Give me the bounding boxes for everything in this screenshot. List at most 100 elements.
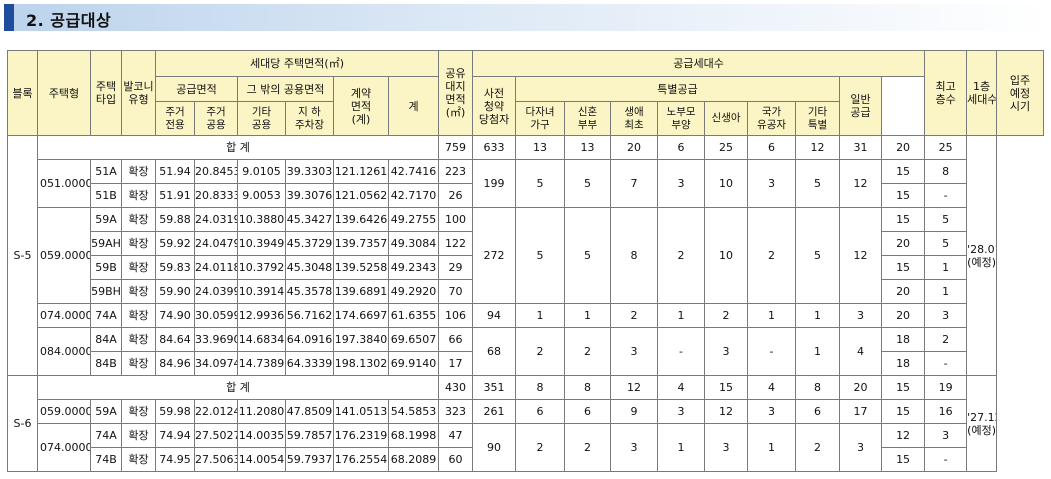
special-supply-count: 10 bbox=[704, 207, 749, 304]
other-common-area: 14.6834 bbox=[237, 327, 286, 352]
max-floor: 15 bbox=[881, 447, 926, 472]
header-area-group: 세대당 주택면적(㎡) bbox=[154, 50, 440, 77]
land-share-area: 61.6355 bbox=[387, 303, 440, 328]
move-in-date: '28.01.(예정) bbox=[966, 135, 998, 376]
other-common-area: 11.2080 bbox=[237, 399, 286, 424]
parking-area: 64.0916 bbox=[285, 327, 334, 352]
first-floor-count: 2 bbox=[924, 327, 968, 352]
special-supply-count: 6 bbox=[795, 399, 841, 424]
header-supply-area: 공급면적 bbox=[155, 76, 238, 102]
special-supply-count: 1 bbox=[795, 327, 841, 376]
subtotal-pre-winner: 633 bbox=[472, 135, 517, 160]
unit-type: 51B bbox=[90, 183, 122, 208]
balcony-type: 확장 bbox=[121, 447, 156, 472]
residential-common-area: 34.0974 bbox=[194, 351, 238, 376]
other-common-area: 14.0035 bbox=[237, 423, 286, 448]
land-share-area: 49.2920 bbox=[387, 279, 440, 304]
subtotal-special-count: 12 bbox=[795, 135, 841, 160]
other-common-area: 12.9936 bbox=[237, 303, 286, 328]
residential-private-area: 74.90 bbox=[155, 303, 195, 328]
header-unit-type: 주택 타입 bbox=[90, 50, 122, 136]
housing-model: 084.0000O bbox=[37, 327, 91, 376]
land-share-area: 49.2343 bbox=[387, 255, 440, 280]
subtotal-special-count: 15 bbox=[704, 375, 749, 400]
special-supply-count: 8 bbox=[610, 207, 659, 304]
special-supply-count: 5 bbox=[564, 207, 612, 304]
balcony-type: 확장 bbox=[121, 399, 156, 424]
unit-type: 84A bbox=[90, 327, 122, 352]
contract-area: 176.2554 bbox=[333, 447, 389, 472]
special-supply-count: 2 bbox=[515, 423, 566, 472]
header-total: 계 bbox=[387, 76, 440, 136]
parking-area: 64.3339 bbox=[285, 351, 334, 376]
land-share-area: 69.9140 bbox=[387, 351, 440, 376]
header-max-floor: 최고 층수 bbox=[924, 50, 968, 136]
parking-area: 39.3076 bbox=[285, 183, 334, 208]
pre-winner-count: 261 bbox=[472, 399, 517, 424]
first-floor-count: 8 bbox=[924, 159, 968, 184]
subtotal-label: 합 계 bbox=[36, 375, 440, 400]
unit-type: 59B bbox=[90, 255, 122, 280]
special-supply-count: 3 bbox=[747, 159, 797, 208]
supply-table: 블록 주택형 주택 타입 발코니 유형 세대당 주택면적(㎡) 공유 대지 면적 (㎡) … bbox=[7, 50, 1044, 472]
special-supply-count: 2 bbox=[795, 423, 841, 472]
header-newborn: 신생아 bbox=[704, 101, 749, 136]
first-floor-count: 16 bbox=[924, 399, 968, 424]
header-first-floor: 1층 세대수 bbox=[966, 50, 998, 136]
subtotal-total: 430 bbox=[438, 375, 474, 400]
contract-area: 139.6426 bbox=[333, 207, 389, 232]
special-supply-count: 2 bbox=[657, 207, 706, 304]
section-title-bar: 2. 공급대상 bbox=[4, 4, 1047, 31]
subtotal-special-count: 8 bbox=[795, 375, 841, 400]
balcony-type: 확장 bbox=[121, 207, 156, 232]
first-floor-count: 1 bbox=[924, 279, 968, 304]
general-supply-count: 12 bbox=[839, 159, 883, 208]
title-accent-bar bbox=[4, 4, 14, 31]
residential-common-area: 24.0479 bbox=[194, 231, 238, 256]
residential-common-area: 33.9690 bbox=[194, 327, 238, 352]
unit-type: 74A bbox=[90, 303, 122, 328]
header-pre-winner: 사전 청약 당첨자 bbox=[472, 76, 517, 136]
households-total: 323 bbox=[438, 399, 474, 424]
unit-type: 59A bbox=[90, 399, 122, 424]
page: 2. 공급대상 블록 주택형 주택 타입 발코니 유형 세대당 주택면적(㎡) 공유… bbox=[0, 0, 1051, 479]
max-floor: 15 bbox=[881, 159, 926, 184]
special-supply-count: 2 bbox=[704, 303, 749, 328]
special-supply-count: 2 bbox=[515, 327, 566, 376]
general-supply-count: 17 bbox=[839, 399, 883, 424]
header-other-common: 그 밖의 공용면적 bbox=[237, 76, 334, 102]
subtotal-special-count: 25 bbox=[704, 135, 749, 160]
land-share-area: 49.3084 bbox=[387, 231, 440, 256]
unit-type: 74B bbox=[90, 447, 122, 472]
residential-private-area: 59.98 bbox=[155, 399, 195, 424]
max-floor: 15 bbox=[881, 207, 926, 232]
subtotal-pre-winner: 351 bbox=[472, 375, 517, 400]
residential-common-area: 20.8333 bbox=[194, 183, 238, 208]
households-total: 70 bbox=[438, 279, 474, 304]
special-supply-count: 5 bbox=[564, 159, 612, 208]
balcony-type: 확장 bbox=[121, 255, 156, 280]
balcony-type: 확장 bbox=[121, 327, 156, 352]
residential-common-area: 22.0124 bbox=[194, 399, 238, 424]
header-residential-common: 주거 공용 bbox=[194, 101, 238, 136]
contract-area: 141.0513 bbox=[333, 399, 389, 424]
contract-area: 139.5258 bbox=[333, 255, 389, 280]
move-in-date: '27.12.(예정) bbox=[966, 375, 998, 472]
header-merit: 국가 유공자 bbox=[747, 101, 797, 136]
subtotal-special-count: 8 bbox=[515, 375, 566, 400]
table-row: 074.0000O74A확장74.9427.502714.003559.7857… bbox=[8, 423, 1044, 472]
first-floor-count: 3 bbox=[924, 303, 968, 328]
special-supply-count: 2 bbox=[747, 207, 797, 304]
max-floor: 15 bbox=[881, 399, 926, 424]
balcony-type: 확장 bbox=[121, 423, 156, 448]
special-supply-count: 6 bbox=[564, 399, 612, 424]
special-supply-count: 3 bbox=[610, 327, 659, 376]
housing-model: 059.0000O bbox=[37, 207, 91, 304]
header-residential-private: 주거 전용 bbox=[155, 101, 195, 136]
households-total: 17 bbox=[438, 351, 474, 376]
special-supply-count: 3 bbox=[747, 399, 797, 424]
households-total: 47 bbox=[438, 423, 474, 448]
land-share-area: 68.1998 bbox=[387, 423, 440, 448]
households-total: 122 bbox=[438, 231, 474, 256]
housing-model: 051.0000O bbox=[37, 159, 91, 208]
